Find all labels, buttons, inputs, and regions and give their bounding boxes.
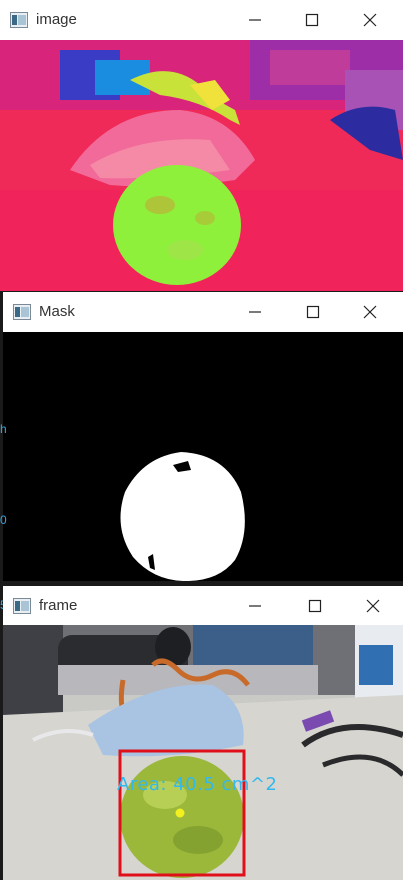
mask-titlebar[interactable]: Mask bbox=[3, 292, 403, 332]
hsv-image bbox=[0, 40, 403, 291]
frame-window: frame Area: 40.5 cm^2 bbox=[3, 586, 403, 880]
frame-canvas[interactable]: Area: 40.5 cm^2 bbox=[3, 625, 403, 880]
opencv-window-icon bbox=[13, 304, 31, 320]
minimize-icon[interactable] bbox=[245, 302, 265, 322]
close-icon[interactable] bbox=[360, 10, 380, 30]
camera-frame bbox=[3, 625, 403, 880]
maximize-icon[interactable] bbox=[305, 596, 325, 616]
hsv-image-canvas[interactable] bbox=[0, 40, 403, 291]
image-title: image bbox=[36, 11, 77, 28]
image-titlebar[interactable]: image bbox=[0, 0, 403, 40]
binary-mask bbox=[3, 332, 403, 581]
maximize-icon[interactable] bbox=[303, 302, 323, 322]
close-icon[interactable] bbox=[360, 302, 380, 322]
mask-title: Mask bbox=[39, 303, 75, 320]
frame-titlebar[interactable]: frame bbox=[3, 586, 403, 626]
opencv-window-icon bbox=[10, 12, 28, 28]
minimize-icon[interactable] bbox=[245, 10, 265, 30]
mask-canvas[interactable] bbox=[3, 332, 403, 581]
centroid-dot bbox=[175, 808, 185, 818]
minimize-icon[interactable] bbox=[245, 596, 265, 616]
image-window: image bbox=[0, 0, 403, 291]
opencv-window-icon bbox=[13, 598, 31, 614]
frame-title: frame bbox=[39, 597, 78, 614]
background-text-fragment: 0 bbox=[0, 513, 7, 527]
area-measurement-label: Area: 40.5 cm^2 bbox=[117, 774, 278, 795]
maximize-icon[interactable] bbox=[302, 10, 322, 30]
close-icon[interactable] bbox=[363, 596, 383, 616]
background-text-fragment: h bbox=[0, 422, 7, 436]
mask-window: Mask bbox=[3, 292, 403, 581]
